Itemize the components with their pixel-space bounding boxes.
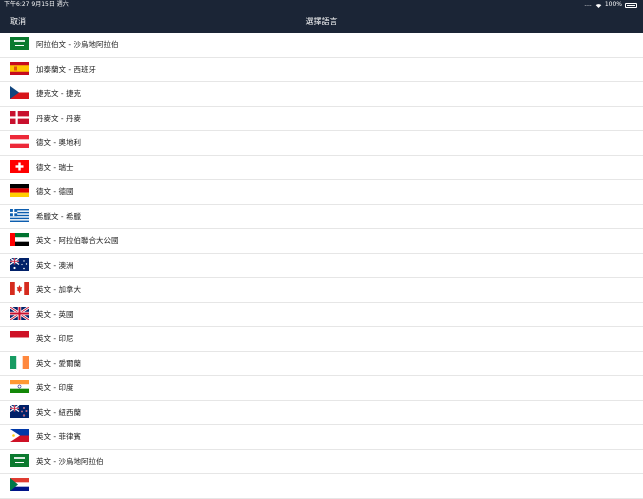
language-label: 丹麥文 - 丹麥 bbox=[36, 113, 81, 123]
page-title: 選擇語言 bbox=[305, 17, 338, 26]
saudi-arabia-flag-icon bbox=[10, 453, 29, 467]
wifi-icon bbox=[595, 3, 602, 8]
status-bar: 下午6:27 9月15日 週六 .... 100% bbox=[0, 0, 643, 10]
new-zealand-flag-icon bbox=[10, 404, 29, 418]
uae-flag-icon bbox=[10, 233, 29, 246]
language-label: 英文 - 沙烏地阿拉伯 bbox=[36, 456, 104, 466]
language-row[interactable]: 英文 - 紐西蘭 bbox=[0, 401, 643, 425]
signal-dots: .... bbox=[584, 1, 592, 8]
language-row[interactable]: 德文 - 德國 bbox=[0, 180, 643, 205]
language-row[interactable]: 英文 - 印尼 bbox=[0, 327, 643, 352]
uk-flag-icon bbox=[10, 306, 29, 320]
language-row[interactable]: 阿拉伯文 - 沙烏地阿拉伯 bbox=[0, 33, 643, 58]
language-label: 英文 - 英國 bbox=[36, 309, 74, 319]
language-label: 英文 - 印度 bbox=[36, 383, 74, 392]
battery-icon bbox=[625, 2, 637, 8]
language-label: 捷克文 - 捷克 bbox=[36, 89, 81, 98]
status-time-date: 下午6:27 9月15日 週六 bbox=[4, 0, 69, 10]
language-label: 希臘文 - 希臘 bbox=[36, 211, 81, 221]
language-label: 英文 - 菲律賓 bbox=[36, 432, 81, 441]
language-label: 阿拉伯文 - 沙烏地阿拉伯 bbox=[36, 40, 119, 49]
language-row[interactable]: 德文 - 瑞士 bbox=[0, 156, 643, 180]
language-row[interactable]: 英文 - 澳洲 bbox=[0, 254, 643, 278]
ireland-flag-icon bbox=[10, 355, 29, 369]
canada-flag-icon bbox=[10, 282, 29, 295]
saudi-arabia-flag-icon bbox=[10, 37, 29, 50]
language-row[interactable]: 英文 - 阿拉伯聯合大公國 bbox=[0, 229, 643, 254]
language-row[interactable]: 英文 - 菲律賓 bbox=[0, 425, 643, 450]
germany-flag-icon bbox=[10, 184, 29, 197]
navigation-bar: 取消 選擇語言 bbox=[0, 10, 643, 33]
language-row[interactable]: 捷克文 - 捷克 bbox=[0, 82, 643, 107]
language-label: 德文 - 奧地利 bbox=[36, 138, 81, 147]
language-label: 英文 - 澳洲 bbox=[36, 260, 74, 270]
south-africa-flag-icon bbox=[10, 478, 29, 491]
language-label: 德文 - 德國 bbox=[36, 187, 74, 196]
language-label: 英文 - 加拿大 bbox=[36, 285, 81, 294]
language-row[interactable]: 英文 - 愛爾蘭 bbox=[0, 352, 643, 376]
language-row[interactable]: 英文 - 英國 bbox=[0, 303, 643, 327]
language-label: 英文 - 阿拉伯聯合大公國 bbox=[36, 236, 119, 245]
language-label: 英文 - 印尼 bbox=[36, 334, 74, 343]
denmark-flag-icon bbox=[10, 110, 29, 124]
austria-flag-icon bbox=[10, 135, 29, 148]
battery-percent: 100% bbox=[604, 1, 622, 8]
czech-flag-icon bbox=[10, 86, 29, 99]
language-row[interactable]: 德文 - 奧地利 bbox=[0, 131, 643, 156]
language-row[interactable]: 英文 - 印度 bbox=[0, 376, 643, 401]
language-row[interactable]: 加泰蘭文 - 西班牙 bbox=[0, 58, 643, 82]
status-right: .... 100% bbox=[584, 0, 637, 10]
australia-flag-icon bbox=[10, 257, 29, 271]
switzerland-flag-icon bbox=[10, 159, 29, 173]
language-label: 英文 - 紐西蘭 bbox=[36, 407, 81, 417]
language-list: 阿拉伯文 - 沙烏地阿拉伯 加泰蘭文 - 西班牙 捷克文 - 捷克 丹麥文 - 丹麥德… bbox=[0, 33, 643, 499]
language-row[interactable] bbox=[0, 474, 643, 499]
language-label: 德文 - 瑞士 bbox=[36, 162, 74, 172]
philippines-flag-icon bbox=[10, 429, 29, 442]
india-flag-icon bbox=[10, 380, 29, 393]
status-date: 9月15日 週六 bbox=[31, 1, 69, 8]
status-time: 下午6:27 bbox=[4, 1, 30, 8]
language-row[interactable]: 英文 - 加拿大 bbox=[0, 278, 643, 303]
spain-flag-icon bbox=[10, 61, 29, 75]
greece-flag-icon bbox=[10, 208, 29, 222]
language-label: 英文 - 愛爾蘭 bbox=[36, 358, 81, 368]
language-label: 加泰蘭文 - 西班牙 bbox=[36, 64, 96, 74]
language-row[interactable]: 英文 - 沙烏地阿拉伯 bbox=[0, 450, 643, 474]
indonesia-flag-icon bbox=[10, 331, 29, 344]
language-row[interactable]: 丹麥文 - 丹麥 bbox=[0, 107, 643, 131]
language-row[interactable]: 希臘文 - 希臘 bbox=[0, 205, 643, 229]
